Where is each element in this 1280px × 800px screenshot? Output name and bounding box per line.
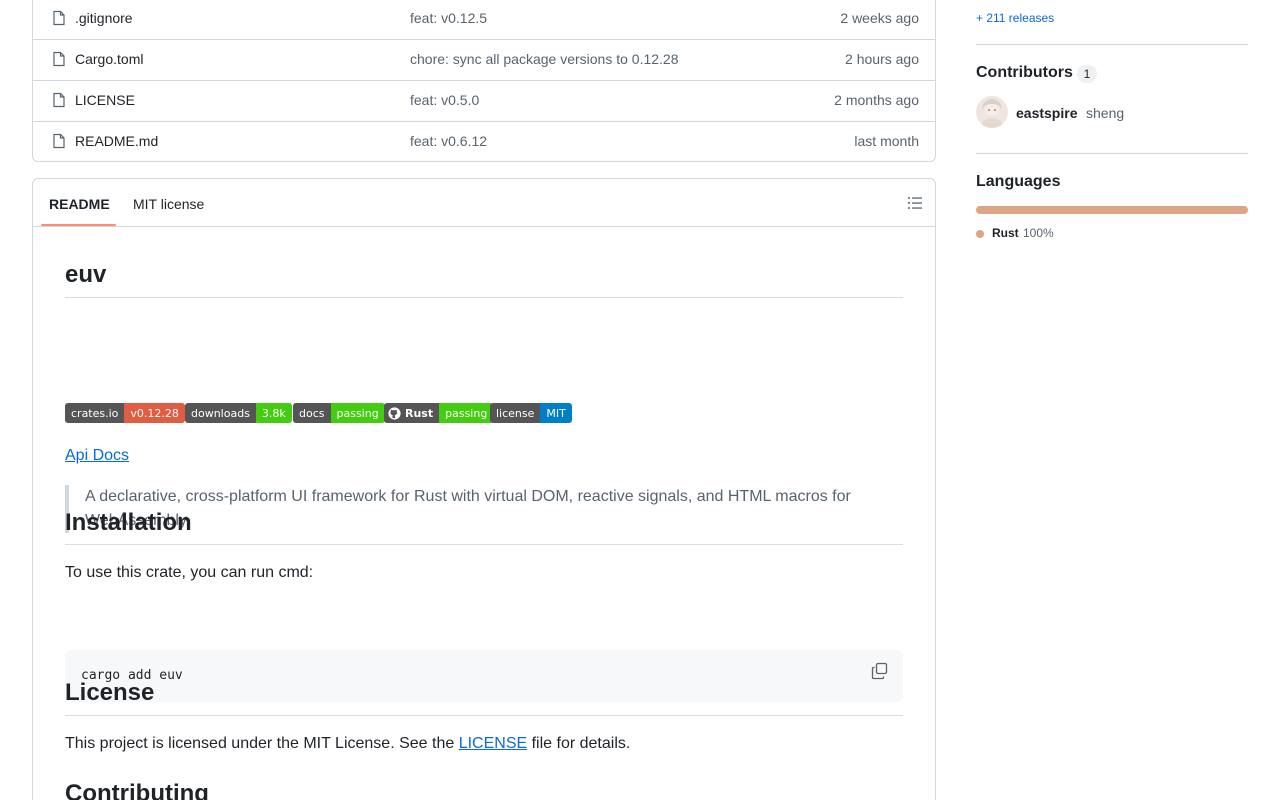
contributor-name: sheng — [1086, 105, 1125, 121]
badge-label-text: Rust — [405, 406, 434, 420]
license-text-part: This project is licensed under the MIT L… — [65, 735, 459, 752]
file-row[interactable]: README.md feat: v0.6.12 last month — [33, 122, 935, 163]
description-line: WebAssembly. — [85, 512, 191, 529]
commit-time: 2 hours ago — [845, 51, 919, 67]
avatar[interactable] — [976, 96, 1008, 128]
contributing-heading: Contributing — [65, 780, 209, 800]
installation-heading: Installation — [65, 509, 192, 536]
outline-list-icon[interactable] — [905, 193, 925, 213]
readme-panel: README MIT license euv crates.io v0.12.2… — [32, 178, 936, 800]
divider — [65, 544, 903, 545]
commit-time: last month — [854, 133, 919, 149]
copy-icon[interactable] — [871, 662, 889, 680]
divider — [65, 715, 903, 716]
badge-rust-ci[interactable]: Rust passing — [384, 403, 494, 423]
language-percent: 100% — [1023, 226, 1054, 240]
contributors-count: 1 — [1077, 65, 1097, 83]
language-bar — [976, 206, 1248, 214]
file-icon — [53, 51, 65, 67]
readme-title: euv — [65, 261, 107, 288]
tab-mit-license[interactable]: MIT license — [133, 196, 204, 212]
description-line: A declarative, cross-platform UI framewo… — [85, 488, 851, 505]
file-name-link[interactable]: Cargo.toml — [75, 51, 143, 67]
badge-label: Rust — [384, 403, 440, 423]
license-heading: License — [65, 679, 155, 706]
commit-message-link[interactable]: feat: v0.12.5 — [410, 10, 487, 26]
commit-time: 2 weeks ago — [840, 10, 919, 26]
repo-sidebar: + 211 releases Contributors 1 eastspire … — [976, 0, 1248, 800]
code-block: cargo add euv — [65, 650, 903, 702]
commit-message-link[interactable]: feat: v0.5.0 — [410, 92, 479, 108]
language-name[interactable]: Rust — [992, 226, 1019, 240]
badge-label: docs — [293, 403, 331, 423]
installation-text: To use this crate, you can run cmd: — [65, 564, 314, 581]
file-list: .gitignore feat: v0.12.5 2 weeks ago Car… — [32, 0, 936, 162]
divider — [65, 297, 903, 298]
badge-label: crates.io — [65, 403, 125, 423]
divider — [976, 44, 1248, 45]
badge-value: 3.8k — [255, 403, 292, 423]
commit-message-link[interactable]: chore: sync all package versions to 0.12… — [410, 51, 679, 67]
commit-time: 2 months ago — [834, 92, 919, 108]
contributor-login[interactable]: eastspire — [1016, 105, 1077, 121]
file-row[interactable]: Cargo.toml chore: sync all package versi… — [33, 40, 935, 81]
license-file-link[interactable]: LICENSE — [459, 735, 527, 752]
file-icon — [53, 10, 65, 26]
badge-value: passing — [439, 403, 494, 423]
badge-downloads[interactable]: downloads 3.8k — [185, 403, 292, 423]
github-icon — [388, 406, 401, 420]
commit-message-link[interactable]: feat: v0.6.12 — [410, 133, 487, 149]
badge-value: passing — [330, 403, 385, 423]
tab-readme[interactable]: README — [49, 196, 110, 212]
api-docs-link[interactable]: Api Docs — [65, 447, 129, 465]
license-text: This project is licensed under the MIT L… — [65, 735, 630, 753]
badge-value: v0.12.28 — [124, 403, 185, 423]
contributors-heading[interactable]: Contributors — [976, 64, 1073, 82]
file-name-link[interactable]: README.md — [75, 133, 158, 149]
badge-label: downloads — [185, 403, 256, 423]
releases-link[interactable]: + 211 releases — [976, 11, 1054, 25]
file-icon — [53, 92, 65, 108]
active-tab-indicator — [41, 224, 116, 226]
file-name-link[interactable]: .gitignore — [75, 10, 133, 26]
readme-tabs: README MIT license — [33, 179, 935, 227]
languages-heading: Languages — [976, 173, 1061, 190]
file-row[interactable]: .gitignore feat: v0.12.5 2 weeks ago — [33, 0, 935, 40]
badge-crates-io[interactable]: crates.io v0.12.28 — [65, 403, 185, 423]
avatar-image — [976, 96, 1008, 128]
badge-docs[interactable]: docs passing — [293, 403, 385, 423]
file-name-link[interactable]: LICENSE — [75, 92, 135, 108]
language-color-dot — [976, 230, 984, 238]
license-text-part: file for details. — [527, 735, 631, 752]
divider — [976, 153, 1248, 154]
file-row[interactable]: LICENSE feat: v0.5.0 2 months ago — [33, 81, 935, 122]
file-icon — [53, 133, 65, 149]
badge-value: MIT — [540, 403, 572, 423]
badge-label: license — [490, 403, 541, 423]
badge-license[interactable]: license MIT — [490, 403, 572, 423]
